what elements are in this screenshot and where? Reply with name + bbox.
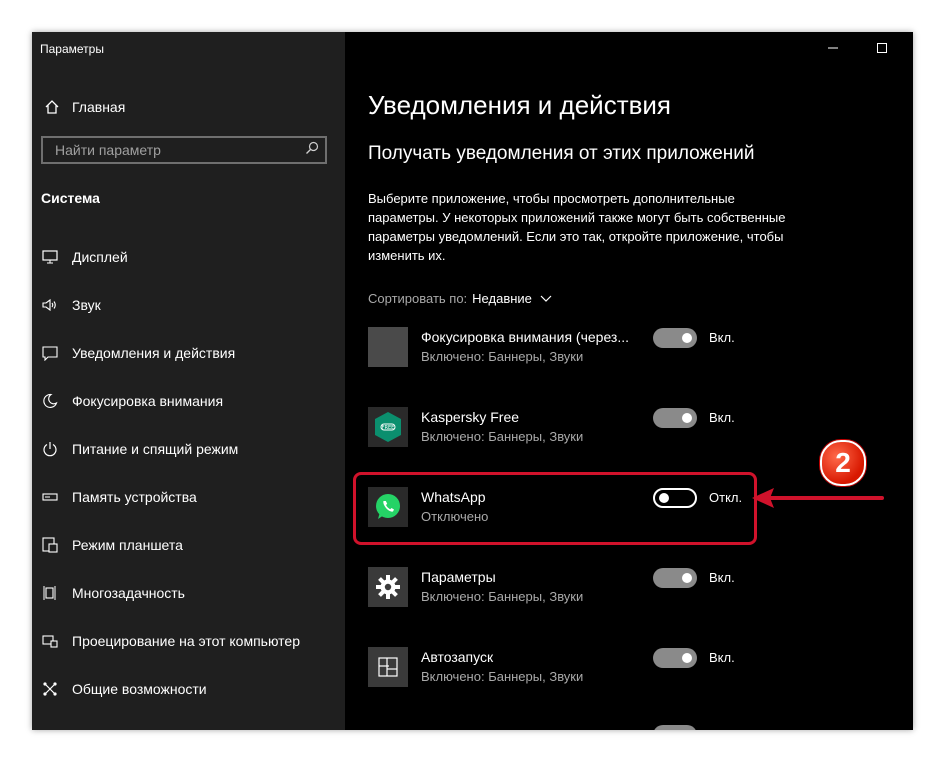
sidebar-item-display[interactable]: Дисплей <box>41 246 128 268</box>
notification-icon <box>41 344 59 362</box>
sidebar-item-shared[interactable]: Общие возможности <box>41 678 207 700</box>
sidebar-item-notifications[interactable]: Уведомления и действия <box>41 342 235 364</box>
shared-icon <box>41 680 59 698</box>
app-row-focus-assist[interactable]: Фокусировка внимания (через... Включено:… <box>368 327 748 381</box>
notification-toggle[interactable] <box>653 725 697 730</box>
search-icon[interactable] <box>305 141 319 160</box>
app-name: Kaspersky Free <box>421 409 520 425</box>
app-status: Включено: Баннеры, Звуки <box>421 589 584 604</box>
window-title: Параметры <box>40 42 104 56</box>
moon-icon <box>41 392 59 410</box>
chevron-down-icon[interactable] <box>540 291 552 306</box>
focus-assist-icon <box>368 327 408 367</box>
sort-control[interactable]: Сортировать по: Недавние <box>368 291 552 306</box>
section-description: Выберите приложение, чтобы просмотреть д… <box>368 191 786 263</box>
sidebar-item-multitasking[interactable]: Многозадачность <box>41 582 185 604</box>
app-row-autoplay[interactable]: Автозапуск Включено: Баннеры, Звуки Вкл. <box>368 647 748 701</box>
minimize-button[interactable] <box>819 38 847 58</box>
sidebar-item-label: Память устройства <box>72 489 197 505</box>
power-icon <box>41 440 59 458</box>
notification-toggle[interactable] <box>653 408 697 428</box>
project-icon <box>41 632 59 650</box>
app-status: Включено: Баннеры, Звуки <box>421 429 584 444</box>
app-name: Автозапуск <box>421 649 494 665</box>
annotation-arrow-icon <box>752 488 884 508</box>
app-name: Фокусировка внимания (через... <box>421 329 630 345</box>
sidebar-item-label: Многозадачность <box>72 585 185 601</box>
sidebar-item-label: Дисплей <box>72 249 128 265</box>
toggle-label: Вкл. <box>709 410 735 425</box>
page-title: Уведомления и действия <box>368 90 672 120</box>
notification-toggle[interactable] <box>653 648 697 668</box>
notification-toggle[interactable] <box>653 328 697 348</box>
sidebar-item-tablet[interactable]: Режим планшета <box>41 534 183 556</box>
sidebar-item-label: Режим планшета <box>72 537 183 553</box>
storage-icon <box>41 488 59 506</box>
sidebar-item-label: Проецирование на этот компьютер <box>72 633 300 649</box>
sidebar-section-title: Система <box>41 190 100 206</box>
app-status: Включено: Баннеры, Звуки <box>421 669 584 684</box>
toggle-label: Вкл. <box>709 330 735 345</box>
app-row-settings[interactable]: Параметры Включено: Баннеры, Звуки Вкл. <box>368 567 748 621</box>
tablet-icon <box>41 536 59 554</box>
notification-toggle[interactable] <box>653 568 697 588</box>
sort-label: Сортировать по: <box>368 291 468 306</box>
sidebar-item-label: Питание и спящий режим <box>72 441 239 457</box>
sidebar-item-label: Звук <box>72 297 101 313</box>
home-icon <box>42 97 62 117</box>
sidebar-item-power[interactable]: Питание и спящий режим <box>41 438 238 460</box>
toggle-label: Вкл. <box>709 570 735 585</box>
sidebar-item-focus[interactable]: Фокусировка внимания <box>41 390 223 412</box>
speaker-icon <box>41 296 59 314</box>
annotation-highlight-box <box>353 472 757 545</box>
autoplay-icon <box>368 647 408 687</box>
search-box[interactable] <box>41 136 327 164</box>
maximize-button[interactable] <box>868 38 896 58</box>
annotation-step-badge: 2 <box>820 440 866 486</box>
app-name: Параметры <box>421 569 496 585</box>
app-row-kaspersky[interactable]: FREE Kaspersky Free Включено: Баннеры, З… <box>368 407 748 461</box>
sidebar-item-label: Фокусировка внимания <box>72 393 224 409</box>
sidebar-item-label: Уведомления и действия <box>72 345 236 361</box>
sidebar-home[interactable]: Главная <box>42 96 125 118</box>
gear-icon <box>368 567 408 607</box>
sidebar-item-sound[interactable]: Звук <box>41 294 101 316</box>
sidebar-item-storage[interactable]: Память устройства <box>41 486 197 508</box>
kaspersky-icon: FREE <box>368 407 408 447</box>
sidebar-item-projecting[interactable]: Проецирование на этот компьютер <box>41 630 300 652</box>
main-pane: Уведомления и действия Получать уведомле… <box>345 32 913 730</box>
multitask-icon <box>41 584 59 602</box>
toggle-label: Вкл. <box>709 650 735 665</box>
app-row-partial <box>368 725 748 730</box>
sidebar: Параметры Главная Система Дисплей Звук <box>32 32 345 730</box>
section-subtitle: Получать уведомления от этих приложений <box>368 143 755 164</box>
app-status: Включено: Баннеры, Звуки <box>421 349 584 364</box>
svg-text:FREE: FREE <box>382 425 395 431</box>
monitor-icon <box>41 248 59 266</box>
sort-value[interactable]: Недавние <box>472 291 532 306</box>
sidebar-home-label: Главная <box>72 99 126 115</box>
search-input[interactable] <box>53 141 287 159</box>
sidebar-item-label: Общие возможности <box>72 681 207 697</box>
settings-window: Параметры Главная Система Дисплей Звук <box>32 32 913 730</box>
